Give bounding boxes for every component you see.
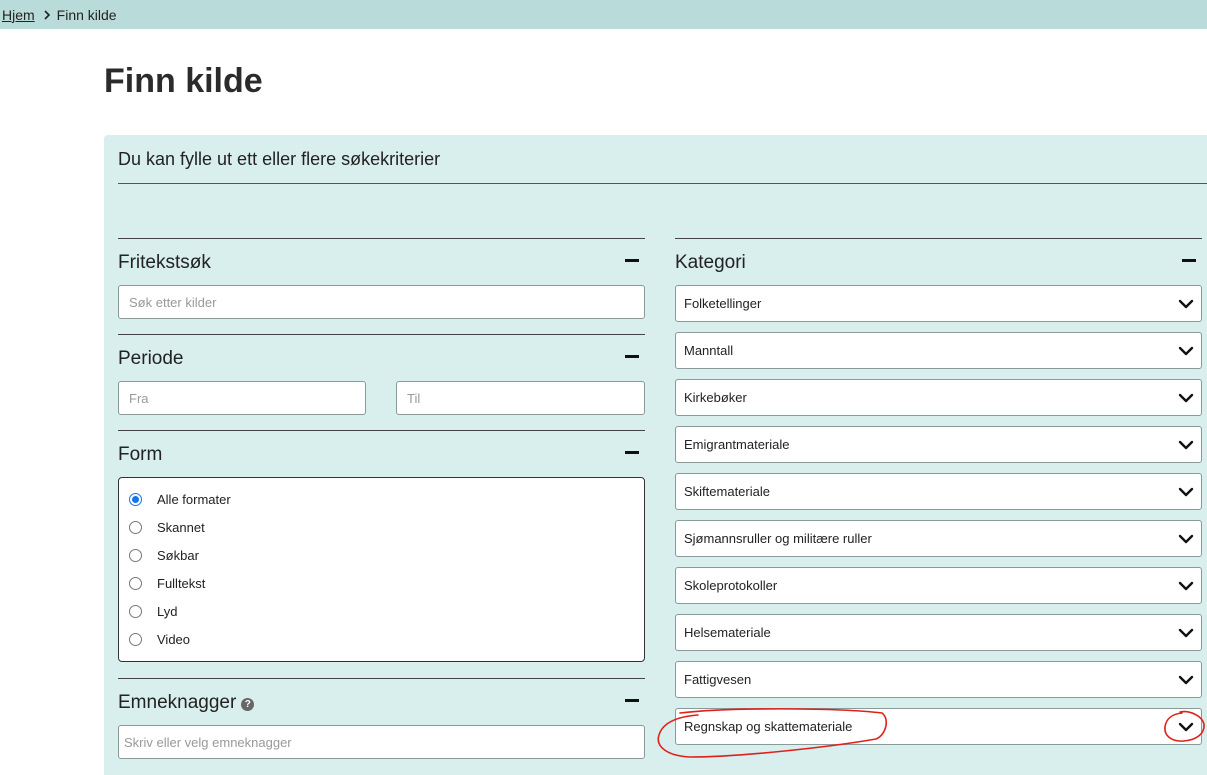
chevron-down-icon <box>1178 628 1194 638</box>
radio-button[interactable] <box>129 577 142 590</box>
kategori-select-kirkeboker[interactable]: Kirkebøker <box>675 379 1202 416</box>
divider <box>675 238 1202 239</box>
kategori-heading: Kategori <box>675 252 746 273</box>
radio-button[interactable] <box>129 493 142 506</box>
kategori-select-sjomannsruller[interactable]: Sjømannsruller og militære ruller <box>675 520 1202 557</box>
kategori-select-folketellinger[interactable]: Folketellinger <box>675 285 1202 322</box>
radio-label: Søkbar <box>157 548 199 563</box>
breadcrumb: Hjem Finn kilde <box>0 0 1207 29</box>
chevron-down-icon <box>1178 299 1194 309</box>
emneknagger-heading-label: Emneknagger <box>118 692 237 713</box>
radio-label: Skannet <box>157 520 205 535</box>
emneknagger-input[interactable] <box>118 725 645 759</box>
panel-intro-text: Du kan fylle ut ett eller flere søkekrit… <box>118 149 441 169</box>
chevron-down-icon <box>1178 675 1194 685</box>
fritekst-heading: Fritekstsøk <box>118 252 211 273</box>
search-panel: Du kan fylle ut ett eller flere søkekrit… <box>104 135 1207 775</box>
radio-label: Alle formater <box>157 492 231 507</box>
form-heading: Form <box>118 444 163 465</box>
kategori-label: Skiftemateriale <box>684 484 770 499</box>
periode-from-input[interactable] <box>118 381 366 415</box>
collapse-form-icon[interactable] <box>625 451 639 454</box>
periode-heading: Periode <box>118 348 184 369</box>
chevron-down-icon <box>1178 393 1194 403</box>
kategori-select-skoleprotokoller[interactable]: Skoleprotokoller <box>675 567 1202 604</box>
chevron-down-icon <box>1178 581 1194 591</box>
divider <box>118 238 645 239</box>
kategori-label: Kirkebøker <box>684 390 747 405</box>
radio-option-video[interactable]: Video <box>129 632 190 647</box>
radio-button[interactable] <box>129 549 142 562</box>
radio-option-alle-formater[interactable]: Alle formater <box>129 492 231 507</box>
radio-label: Fulltekst <box>157 576 206 591</box>
question-circle-icon[interactable]: ? <box>241 698 255 711</box>
breadcrumb-current: Finn kilde <box>56 6 117 23</box>
kategori-select-regnskap[interactable]: Regnskap og skattemateriale <box>675 708 1202 745</box>
kategori-select-skiftemateriale[interactable]: Skiftemateriale <box>675 473 1202 510</box>
kategori-label: Helsemateriale <box>684 625 771 640</box>
chevron-down-icon <box>1178 440 1194 450</box>
kategori-label: Folketellinger <box>684 296 762 311</box>
chevron-down-icon <box>1178 722 1194 732</box>
divider <box>118 183 1207 184</box>
fritekst-search-input[interactable] <box>118 285 645 319</box>
collapse-emneknagger-icon[interactable] <box>625 699 639 702</box>
collapse-periode-icon[interactable] <box>625 355 639 358</box>
radio-button[interactable] <box>129 605 142 618</box>
radio-option-sokbar[interactable]: Søkbar <box>129 548 199 563</box>
form-options-box: Alle formater Skannet Søkbar Fulltekst L… <box>118 477 645 662</box>
chevron-down-icon <box>1178 346 1194 356</box>
divider <box>118 334 645 335</box>
breadcrumb-home-link[interactable]: Hjem <box>2 7 35 23</box>
radio-label: Lyd <box>157 604 178 619</box>
radio-option-lyd[interactable]: Lyd <box>129 604 177 619</box>
kategori-label: Regnskap og skattemateriale <box>684 719 853 734</box>
kategori-select-emigrantmateriale[interactable]: Emigrantmateriale <box>675 426 1202 463</box>
divider <box>118 678 645 679</box>
chevron-right-icon <box>43 9 51 20</box>
collapse-kategori-icon[interactable] <box>1182 259 1196 262</box>
collapse-fritekst-icon[interactable] <box>625 259 639 262</box>
kategori-select-helsemateriale[interactable]: Helsemateriale <box>675 614 1202 651</box>
kategori-label: Sjømannsruller og militære ruller <box>684 531 872 546</box>
divider <box>118 430 645 431</box>
radio-label: Video <box>157 632 191 647</box>
emneknagger-heading: Emneknagger? <box>118 692 255 714</box>
kategori-label: Manntall <box>684 343 734 358</box>
page-title: Finn kilde <box>104 62 263 100</box>
radio-option-skannet[interactable]: Skannet <box>129 520 205 535</box>
radio-button[interactable] <box>129 633 142 646</box>
kategori-select-manntall[interactable]: Manntall <box>675 332 1202 369</box>
chevron-down-icon <box>1178 534 1194 544</box>
kategori-label: Emigrantmateriale <box>684 437 790 452</box>
radio-button[interactable] <box>129 521 142 534</box>
radio-option-fulltekst[interactable]: Fulltekst <box>129 576 205 591</box>
kategori-select-fattigvesen[interactable]: Fattigvesen <box>675 661 1202 698</box>
kategori-label: Skoleprotokoller <box>684 578 778 593</box>
periode-to-input[interactable] <box>396 381 645 415</box>
kategori-label: Fattigvesen <box>684 672 752 687</box>
chevron-down-icon <box>1178 487 1194 497</box>
